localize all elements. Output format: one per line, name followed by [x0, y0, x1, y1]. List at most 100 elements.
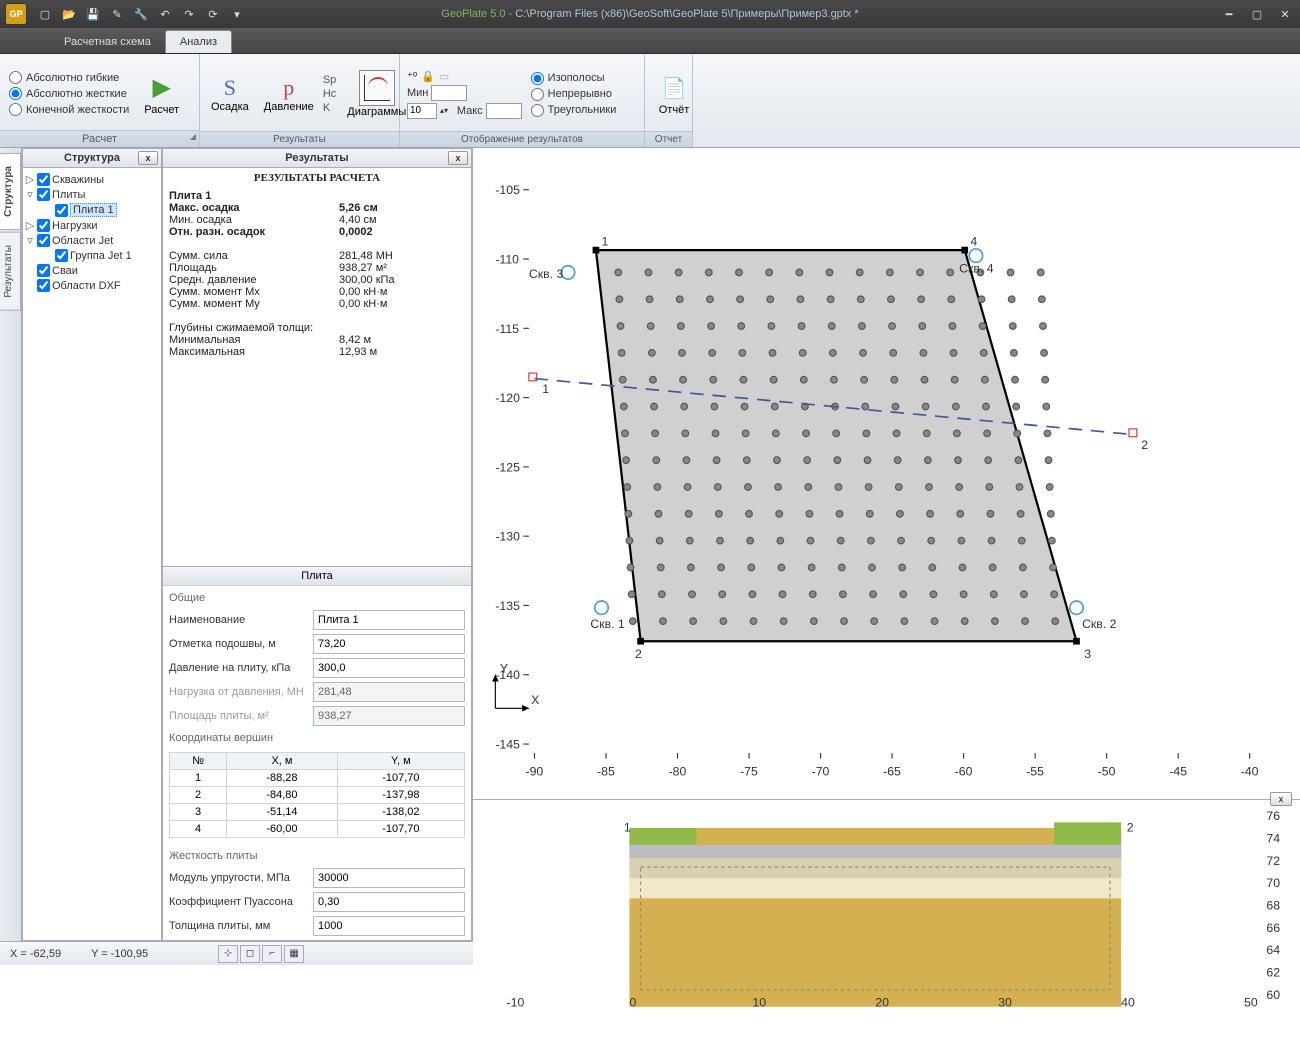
- status-x: X = -62,59: [10, 948, 61, 960]
- radio-flexible[interactable]: Абсолютно гибкие: [9, 71, 129, 84]
- undo-icon[interactable]: ↶: [157, 6, 173, 22]
- svg-text:20: 20: [875, 996, 889, 1010]
- svg-text:-145: -145: [495, 738, 520, 752]
- snap2-button[interactable]: ◻: [240, 945, 260, 963]
- svg-text:68: 68: [1266, 899, 1280, 913]
- chart-icon: [359, 70, 395, 106]
- refresh-icon[interactable]: ⟳: [205, 6, 221, 22]
- snap1-button[interactable]: ⊹: [218, 945, 238, 963]
- app-logo: GP: [5, 3, 27, 25]
- svg-text:30: 30: [998, 996, 1012, 1010]
- plate-section-title: Плита: [163, 567, 471, 586]
- svg-text:-60: -60: [955, 764, 973, 778]
- svg-text:1: 1: [624, 820, 631, 834]
- svg-text:-10: -10: [507, 996, 525, 1010]
- clip-icon[interactable]: ▭: [439, 70, 449, 83]
- svg-text:66: 66: [1266, 921, 1280, 935]
- tools-icon[interactable]: 🔧: [133, 6, 149, 22]
- save-icon[interactable]: 💾: [85, 6, 101, 22]
- close-button[interactable]: ✕: [1275, 8, 1295, 21]
- max-input[interactable]: [486, 103, 522, 119]
- plan-view[interactable]: -105-110-115-120-125-130-135-140-145 -90…: [473, 148, 1300, 799]
- svg-text:Скв. 4: Скв. 4: [959, 261, 994, 275]
- name-input[interactable]: [313, 610, 465, 630]
- chevron-down-icon[interactable]: ▾: [229, 6, 245, 22]
- lock-icon[interactable]: 🔒: [421, 70, 435, 83]
- radio-tri[interactable]: Треугольники: [531, 104, 617, 117]
- svg-text:-115: -115: [495, 322, 519, 336]
- open-icon[interactable]: 📂: [61, 6, 77, 22]
- snap3-button[interactable]: ⌐: [262, 945, 282, 963]
- results-text: РЕЗУЛЬТАТЫ РАСЧЕТА Плита 1 Макс. осадка5…: [163, 168, 471, 566]
- t-input[interactable]: [313, 916, 465, 936]
- redo-icon[interactable]: ↷: [181, 6, 197, 22]
- svg-text:-105: -105: [495, 183, 520, 197]
- osadka-button[interactable]: SОсадка: [205, 73, 255, 115]
- svg-text:-55: -55: [1026, 764, 1044, 778]
- calc-button[interactable]: ▶ Расчет: [136, 70, 187, 118]
- zoom-in-icon[interactable]: ⁺⁰: [407, 70, 417, 83]
- small-buttons[interactable]: SpНсK: [323, 74, 336, 114]
- radio-cont[interactable]: Непрерывно: [531, 88, 617, 101]
- svg-text:-50: -50: [1098, 764, 1116, 778]
- svg-text:72: 72: [1266, 854, 1280, 868]
- svg-text:-120: -120: [495, 391, 520, 405]
- tree-plate1[interactable]: Плита 1: [70, 203, 117, 217]
- svg-text:60: 60: [1266, 988, 1280, 1002]
- tab-scheme[interactable]: Расчетная схема: [50, 31, 165, 53]
- svg-text:70: 70: [1266, 876, 1280, 890]
- report-icon: 📄: [658, 72, 690, 104]
- snap4-button[interactable]: ▦: [284, 945, 304, 963]
- minimize-button[interactable]: ━: [1219, 8, 1239, 21]
- svg-text:4: 4: [970, 235, 977, 249]
- close-struct-button[interactable]: x: [138, 151, 158, 165]
- pressure-button[interactable]: рДавление: [258, 73, 320, 115]
- svg-text:-70: -70: [812, 764, 830, 778]
- svg-text:-135: -135: [495, 599, 520, 613]
- close-results-button[interactable]: x: [448, 151, 468, 165]
- svg-text:-40: -40: [1241, 764, 1259, 778]
- new-icon[interactable]: ▢: [37, 6, 53, 22]
- radio-isopoly[interactable]: Изополосы: [531, 72, 617, 85]
- structure-tree[interactable]: ▷Скважины ▿Плиты Плита 1 ▷Нагрузки ▿Обла…: [23, 168, 161, 297]
- tab-analysis[interactable]: Анализ: [165, 30, 232, 53]
- ribbon: Абсолютно гибкие Абсолютно жесткие Конеч…: [0, 54, 1300, 148]
- svg-text:2: 2: [1141, 438, 1148, 452]
- edit-icon[interactable]: ✎: [109, 6, 125, 22]
- radio-finite[interactable]: Конечной жесткости: [9, 103, 129, 116]
- titlebar: GP ▢ 📂 💾 ✎ 🔧 ↶ ↷ ⟳ ▾ GeoPlate 5.0 - C:\P…: [0, 0, 1300, 28]
- sidetab-results[interactable]: Результаты: [0, 232, 21, 311]
- e-input[interactable]: [313, 868, 465, 888]
- svg-text:2: 2: [1127, 820, 1134, 834]
- svg-text:-90: -90: [526, 764, 544, 778]
- svg-text:Скв. 3: Скв. 3: [529, 267, 564, 281]
- status-y: Y = -100,95: [91, 948, 148, 960]
- plate-shape[interactable]: [596, 250, 1077, 641]
- min-input[interactable]: [431, 85, 467, 101]
- svg-text:-45: -45: [1169, 764, 1187, 778]
- svg-text:10: 10: [752, 996, 766, 1010]
- window-title: GeoPlate 5.0 - C:\Program Files (x86)\Ge…: [441, 8, 858, 20]
- results-title: Результаты: [285, 152, 348, 164]
- elev-input[interactable]: [313, 634, 465, 654]
- svg-text:-80: -80: [669, 764, 687, 778]
- sidetab-struct[interactable]: Структура: [0, 153, 21, 230]
- svg-text:40: 40: [1121, 996, 1135, 1010]
- spin-input[interactable]: [407, 103, 437, 119]
- svg-text:62: 62: [1266, 966, 1280, 980]
- menubar: Расчетная схема Анализ: [0, 28, 1300, 54]
- svg-text:-85: -85: [597, 764, 615, 778]
- report-button[interactable]: 📄 Отчёт: [650, 70, 698, 118]
- maximize-button[interactable]: ▢: [1247, 8, 1267, 21]
- nu-input[interactable]: [313, 892, 465, 912]
- svg-text:50: 50: [1244, 996, 1258, 1010]
- close-section-button[interactable]: x: [1270, 792, 1292, 806]
- area-input: [313, 706, 465, 726]
- section-view[interactable]: x 1 2 -1001020304050 767472706866646260: [473, 799, 1300, 999]
- coord-table[interactable]: №X, мY, м 1-88,28-107,702-84,80-137,983-…: [169, 752, 465, 838]
- svg-text:-110: -110: [495, 252, 519, 266]
- svg-text:-75: -75: [740, 764, 758, 778]
- radio-rigid[interactable]: Абсолютно жесткие: [9, 87, 129, 100]
- svg-text:Скв. 2: Скв. 2: [1082, 617, 1117, 631]
- press-input[interactable]: [313, 658, 465, 678]
